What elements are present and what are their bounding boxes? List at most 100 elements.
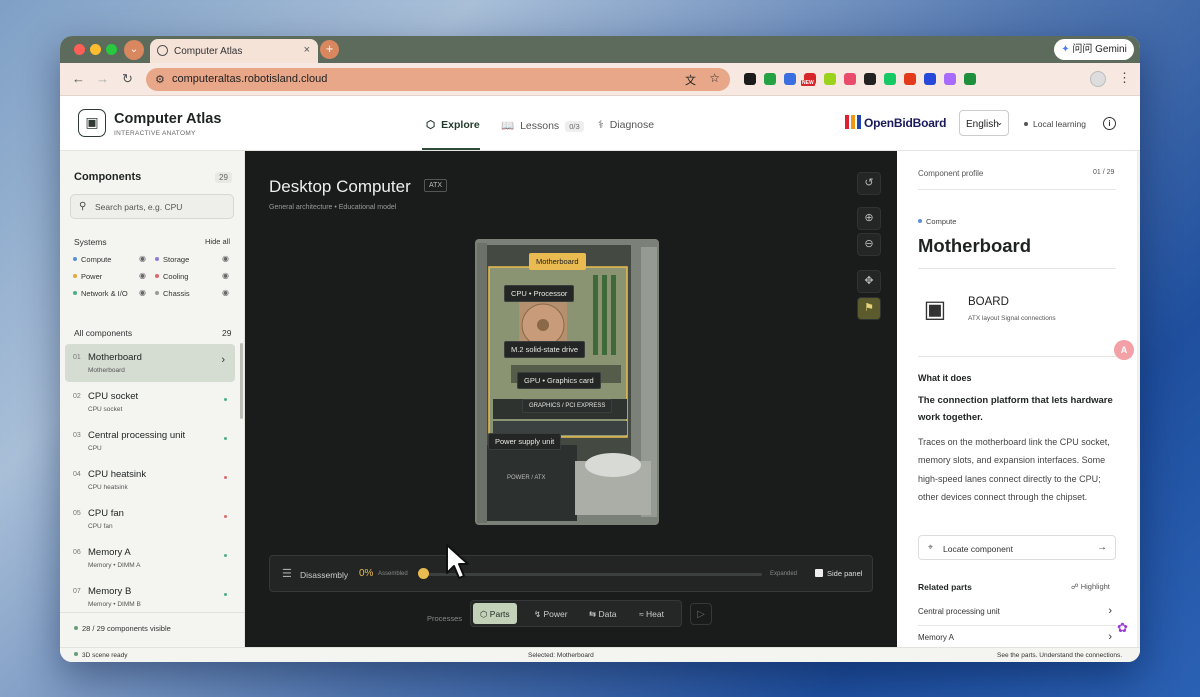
system-toggle-chassis[interactable]: Chassis ◉	[155, 288, 239, 298]
maximize-window-button[interactable]	[106, 44, 117, 55]
hide-all-button[interactable]: Hide all	[205, 237, 230, 246]
back-arrow-icon[interactable]: ←	[72, 71, 85, 86]
translate-icon[interactable]: 文	[685, 72, 696, 88]
address-bar[interactable]: ⚙ computeraltas.robotisland.cloud 文 ☆	[146, 68, 730, 91]
list-item[interactable]: 03 Central processing unit CPU	[65, 422, 235, 460]
label-gpu[interactable]: GPU • Graphics card	[517, 372, 601, 389]
eye-icon[interactable]: ◉	[222, 288, 229, 297]
translate-fab-icon[interactable]: A	[1114, 340, 1134, 360]
browser-tab-active[interactable]: Computer Atlas ×	[150, 39, 318, 63]
system-toggle-network[interactable]: Network & I/O ◉	[73, 288, 157, 298]
related-part-row[interactable]: Central processing unit ›	[918, 605, 1116, 617]
list-item[interactable]: 05 CPU fan CPU fan	[65, 500, 235, 538]
tab-lessons[interactable]: 📖 Lessons 0/3	[501, 119, 584, 132]
label-motherboard[interactable]: Motherboard	[529, 253, 586, 270]
zoom-in-button[interactable]: ⊕	[857, 207, 881, 230]
all-components-count: 29	[222, 328, 232, 338]
extension-icon[interactable]	[944, 73, 956, 85]
eye-icon[interactable]: ◉	[139, 254, 146, 263]
3d-viewer[interactable]: Desktop Computer ATX General architectur…	[245, 151, 897, 647]
zoom-out-icon: ⊖	[864, 238, 874, 250]
search-input[interactable]: ⚲ Search parts, e.g. CPU	[70, 194, 234, 219]
divider	[918, 625, 1116, 626]
tab-search-button[interactable]: ⌄	[124, 40, 144, 60]
process-mode-bar: ⬡ Parts ↯ Power ⇆ Data ≈ Heat	[470, 600, 682, 627]
list-item-motherboard[interactable]: 01 Motherboard Motherboard ›	[65, 344, 235, 382]
extension-icon[interactable]	[844, 73, 856, 85]
highlight-button[interactable]: ☍ Highlight	[1071, 582, 1110, 591]
minimize-window-button[interactable]	[90, 44, 101, 55]
extension-icon[interactable]	[824, 73, 836, 85]
eye-icon[interactable]: ◉	[222, 254, 229, 263]
label-cpu[interactable]: CPU • Processor	[504, 285, 575, 302]
openbidboard-logo[interactable]: OpenBidBoard	[845, 115, 946, 130]
forward-arrow-icon[interactable]: →	[96, 71, 109, 86]
process-heat-button[interactable]: ≈ Heat	[632, 603, 671, 624]
gemini-fab-icon[interactable]: ✿	[1117, 620, 1128, 636]
system-toggle-cooling[interactable]: Cooling ◉	[155, 271, 239, 281]
app-brand-subtitle: INTERACTIVE ANATOMY	[114, 130, 196, 137]
label-psu[interactable]: Power supply unit	[488, 433, 562, 450]
list-item[interactable]: 06 Memory A Memory • DIMM A	[65, 539, 235, 577]
orbit-button[interactable]: ✥	[857, 270, 881, 293]
side-panel-label: Side panel	[827, 569, 863, 578]
process-parts-button[interactable]: ⬡ Parts	[473, 603, 517, 624]
profile-scrollbar[interactable]	[1137, 151, 1140, 647]
profile-lead: The connection platform that lets hardwa…	[918, 395, 1113, 423]
eye-icon[interactable]: ◉	[222, 271, 229, 280]
more-menu-icon[interactable]: ⋮	[1118, 70, 1131, 86]
cpu-fan-hub	[537, 319, 549, 331]
play-button[interactable]: ▷	[690, 603, 712, 625]
system-toggle-storage[interactable]: Storage ◉	[155, 254, 239, 264]
list-item[interactable]: 04 CPU heatsink CPU heatsink	[65, 461, 235, 499]
process-power-button[interactable]: ↯ Power	[527, 603, 575, 624]
all-components-label: All components	[74, 328, 133, 338]
extension-icon[interactable]: NEW	[801, 73, 816, 86]
item-name: Memory B	[88, 586, 132, 597]
sidebar-scrollbar[interactable]	[240, 343, 243, 419]
list-item[interactable]: 07 Memory B Memory • DIMM B	[65, 578, 235, 616]
extension-icon[interactable]	[864, 73, 876, 85]
sidebar-title: Components	[74, 171, 142, 183]
profile-avatar[interactable]	[1090, 71, 1106, 87]
link-icon: ☍	[1071, 582, 1081, 591]
list-item[interactable]: 02 CPU socket CPU socket	[65, 383, 235, 421]
extension-icon[interactable]	[784, 73, 796, 85]
component-kind-sub: ATX layout Signal connections	[968, 315, 1056, 322]
extension-icon[interactable]	[764, 73, 776, 85]
sparkle-icon: ✦	[1061, 44, 1070, 55]
labels-toggle-button[interactable]: ⚑	[857, 297, 881, 320]
language-select[interactable]: English ⌄	[959, 110, 1009, 136]
info-icon[interactable]: i	[1103, 117, 1116, 130]
locate-component-button[interactable]: ⌖ Locate component →	[918, 535, 1116, 560]
disassembly-slider-handle[interactable]	[418, 568, 429, 579]
system-toggle-compute[interactable]: Compute ◉	[73, 254, 157, 264]
related-part-row[interactable]: Memory A ›	[918, 631, 1116, 643]
extension-icon[interactable]	[924, 73, 936, 85]
extension-icon[interactable]	[884, 73, 896, 85]
reset-view-button[interactable]: ↺	[857, 172, 881, 195]
tab-diagnose[interactable]: ⚕ Diagnose	[598, 119, 654, 131]
extension-icon[interactable]	[744, 73, 756, 85]
zoom-out-button[interactable]: ⊖	[857, 233, 881, 256]
disassembly-slider-track[interactable]	[422, 573, 762, 576]
reload-icon[interactable]: ↻	[122, 71, 133, 87]
gemini-label: 问问 Gemini	[1072, 44, 1127, 55]
label-m2-ssd[interactable]: M.2 solid-state drive	[504, 341, 586, 358]
close-tab-icon[interactable]: ×	[304, 44, 310, 56]
side-panel-checkbox[interactable]	[815, 569, 823, 577]
components-sidebar: Components 29 ⚲ Search parts, e.g. CPU S…	[60, 151, 245, 647]
extension-icon[interactable]	[904, 73, 916, 85]
site-settings-icon[interactable]: ⚙	[155, 73, 165, 86]
bookmark-star-icon[interactable]: ☆	[709, 71, 720, 85]
gemini-button[interactable]: ✦ 问问 Gemini	[1054, 39, 1134, 60]
system-toggle-power[interactable]: Power ◉	[73, 271, 157, 281]
new-tab-button[interactable]: +	[320, 40, 339, 59]
extension-icon[interactable]	[964, 73, 976, 85]
close-window-button[interactable]	[74, 44, 85, 55]
process-data-button[interactable]: ⇆ Data	[582, 603, 623, 624]
tab-explore[interactable]: ⬡ Explore	[426, 119, 480, 131]
eye-icon[interactable]: ◉	[139, 288, 146, 297]
item-number: 05	[73, 510, 81, 517]
eye-icon[interactable]: ◉	[139, 271, 146, 280]
